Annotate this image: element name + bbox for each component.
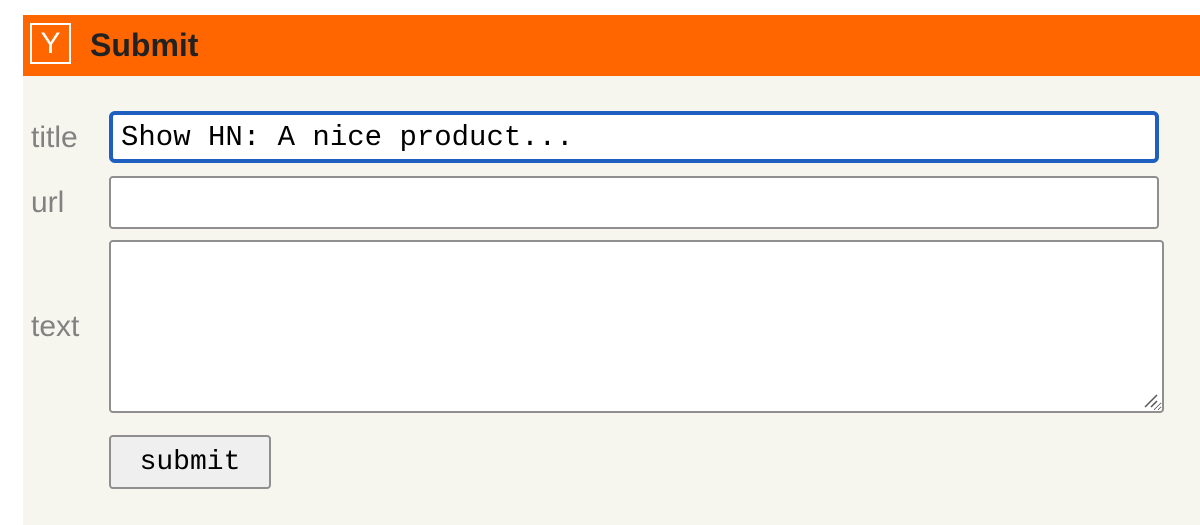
url-input[interactable]: [109, 176, 1159, 229]
submit-button[interactable]: submit: [109, 435, 271, 489]
header-bar: Y Submit: [23, 15, 1200, 76]
title-label: title: [31, 121, 78, 154]
page-title: Submit: [90, 27, 199, 63]
text-textarea[interactable]: [109, 240, 1164, 413]
resize-grip-icon[interactable]: [1142, 392, 1158, 408]
text-label: text: [31, 310, 80, 343]
url-label: url: [31, 186, 65, 219]
y-logo-icon[interactable]: Y: [30, 23, 71, 64]
title-input[interactable]: [109, 111, 1159, 163]
submit-page: Y Submit title url text submit: [23, 15, 1200, 525]
